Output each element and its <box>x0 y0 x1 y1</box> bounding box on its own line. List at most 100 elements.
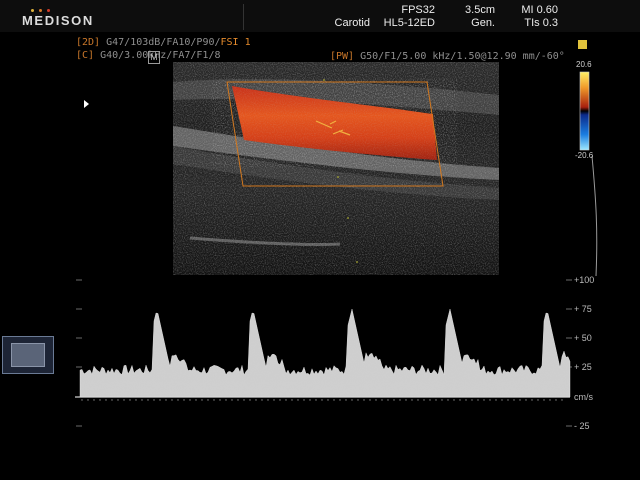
baseline-dot <box>111 399 113 401</box>
baseline-dot <box>261 399 263 401</box>
header-bar: MEDISON Carotid FPS32 HL5-12ED 3.5cm Gen. … <box>0 0 640 32</box>
pw-sample-gate <box>315 120 351 136</box>
baseline-dot <box>393 399 395 401</box>
baseline-dot <box>411 399 413 401</box>
baseline-dot <box>333 399 335 401</box>
baseline-dot <box>165 399 167 401</box>
baseline-dot <box>549 399 551 401</box>
baseline-dot <box>477 399 479 401</box>
baseline-dot <box>225 399 227 401</box>
baseline-dot <box>375 399 377 401</box>
baseline-dot <box>525 399 527 401</box>
baseline-dot <box>339 399 341 401</box>
image-thumbnail[interactable] <box>2 336 54 374</box>
baseline-dot <box>423 399 425 401</box>
baseline-dot <box>417 399 419 401</box>
pointer-arrow-icon <box>84 100 89 108</box>
baseline-dot <box>561 399 563 401</box>
baseline-dot <box>177 399 179 401</box>
baseline-dot <box>321 399 323 401</box>
color-velocity-bar <box>580 72 589 150</box>
baseline-dot <box>267 399 269 401</box>
2d-parameters: [2D] G47/103dB/FA10/P90/FSI 1 <box>76 37 251 48</box>
baseline-dot <box>507 399 509 401</box>
baseline-dot <box>483 399 485 401</box>
baseline-dot <box>243 399 245 401</box>
color-flow-region <box>232 86 437 160</box>
baseline-dot <box>105 399 107 401</box>
baseline-dot <box>171 399 173 401</box>
baseline-dot <box>447 399 449 401</box>
baseline-dot <box>153 399 155 401</box>
velocity-label: +100 <box>574 275 595 285</box>
baseline-dot <box>315 399 317 401</box>
baseline-dot <box>441 399 443 401</box>
baseline-dot <box>285 399 287 401</box>
safety-indices: MI 0.60 TIs 0.3 <box>521 4 558 29</box>
baseline-dot <box>183 399 185 401</box>
baseline-dot <box>513 399 515 401</box>
baseline-dot <box>429 399 431 401</box>
baseline-dot <box>363 399 365 401</box>
baseline-dot <box>189 399 191 401</box>
baseline-dot <box>273 399 275 401</box>
baseline-dot <box>519 399 521 401</box>
baseline-dot <box>81 399 83 401</box>
depth-info: 3.5cm Gen. <box>465 4 495 29</box>
baseline-dot <box>555 399 557 401</box>
baseline-dot <box>213 399 215 401</box>
baseline-dot <box>147 399 149 401</box>
baseline-dot <box>195 399 197 401</box>
velocity-label: + 50 <box>574 333 592 343</box>
baseline-dot <box>543 399 545 401</box>
baseline-dot <box>255 399 257 401</box>
velocity-label: - 25 <box>574 421 590 431</box>
baseline-dot <box>405 399 407 401</box>
baseline-dot <box>279 399 281 401</box>
b-mode-image <box>173 62 499 275</box>
baseline-dot <box>141 399 143 401</box>
baseline-dot <box>87 399 89 401</box>
preset-label: Carotid <box>334 17 370 29</box>
baseline-dot <box>465 399 467 401</box>
header-divider <box>243 4 244 30</box>
baseline-dot <box>435 399 437 401</box>
color-scale-max: 20.6 <box>576 60 592 69</box>
baseline-dot <box>327 399 329 401</box>
baseline-dot <box>129 399 131 401</box>
color-scale-min: -20.6 <box>575 151 594 160</box>
baseline-dot <box>357 399 359 401</box>
baseline-dot <box>369 399 371 401</box>
baseline-dot <box>297 399 299 401</box>
baseline-dot <box>537 399 539 401</box>
baseline-dot <box>207 399 209 401</box>
baseline-dot <box>93 399 95 401</box>
baseline-dot <box>381 399 383 401</box>
baseline-dot <box>501 399 503 401</box>
ultrasound-canvas <box>75 62 598 427</box>
baseline-dot <box>237 399 239 401</box>
pw-parameters: [PW] G50/F1/5.00 kHz/1.50@12.90 mm/-60° <box>330 51 565 62</box>
probe-info: FPS32 HL5-12ED <box>383 4 435 29</box>
baseline-dot <box>387 399 389 401</box>
baseline-dot <box>453 399 455 401</box>
baseline-dot <box>471 399 473 401</box>
doppler-spectrum <box>79 308 571 398</box>
baseline-dot <box>459 399 461 401</box>
baseline-dot <box>219 399 221 401</box>
baseline-dot <box>309 399 311 401</box>
baseline-dot <box>303 399 305 401</box>
baseline-dot <box>231 399 233 401</box>
baseline-dot <box>351 399 353 401</box>
velocity-label: + 25 <box>574 362 592 372</box>
m-marker-icon: M <box>148 51 160 64</box>
color-map-icon <box>578 40 587 49</box>
baseline-dot <box>291 399 293 401</box>
color-box <box>226 81 444 187</box>
baseline-dot <box>135 399 137 401</box>
brand-logo: MEDISON <box>22 13 94 28</box>
velocity-unit-label: cm/s <box>574 392 593 402</box>
baseline-dot <box>159 399 161 401</box>
baseline-dot <box>249 399 251 401</box>
pw-cursor-dots <box>323 79 358 263</box>
